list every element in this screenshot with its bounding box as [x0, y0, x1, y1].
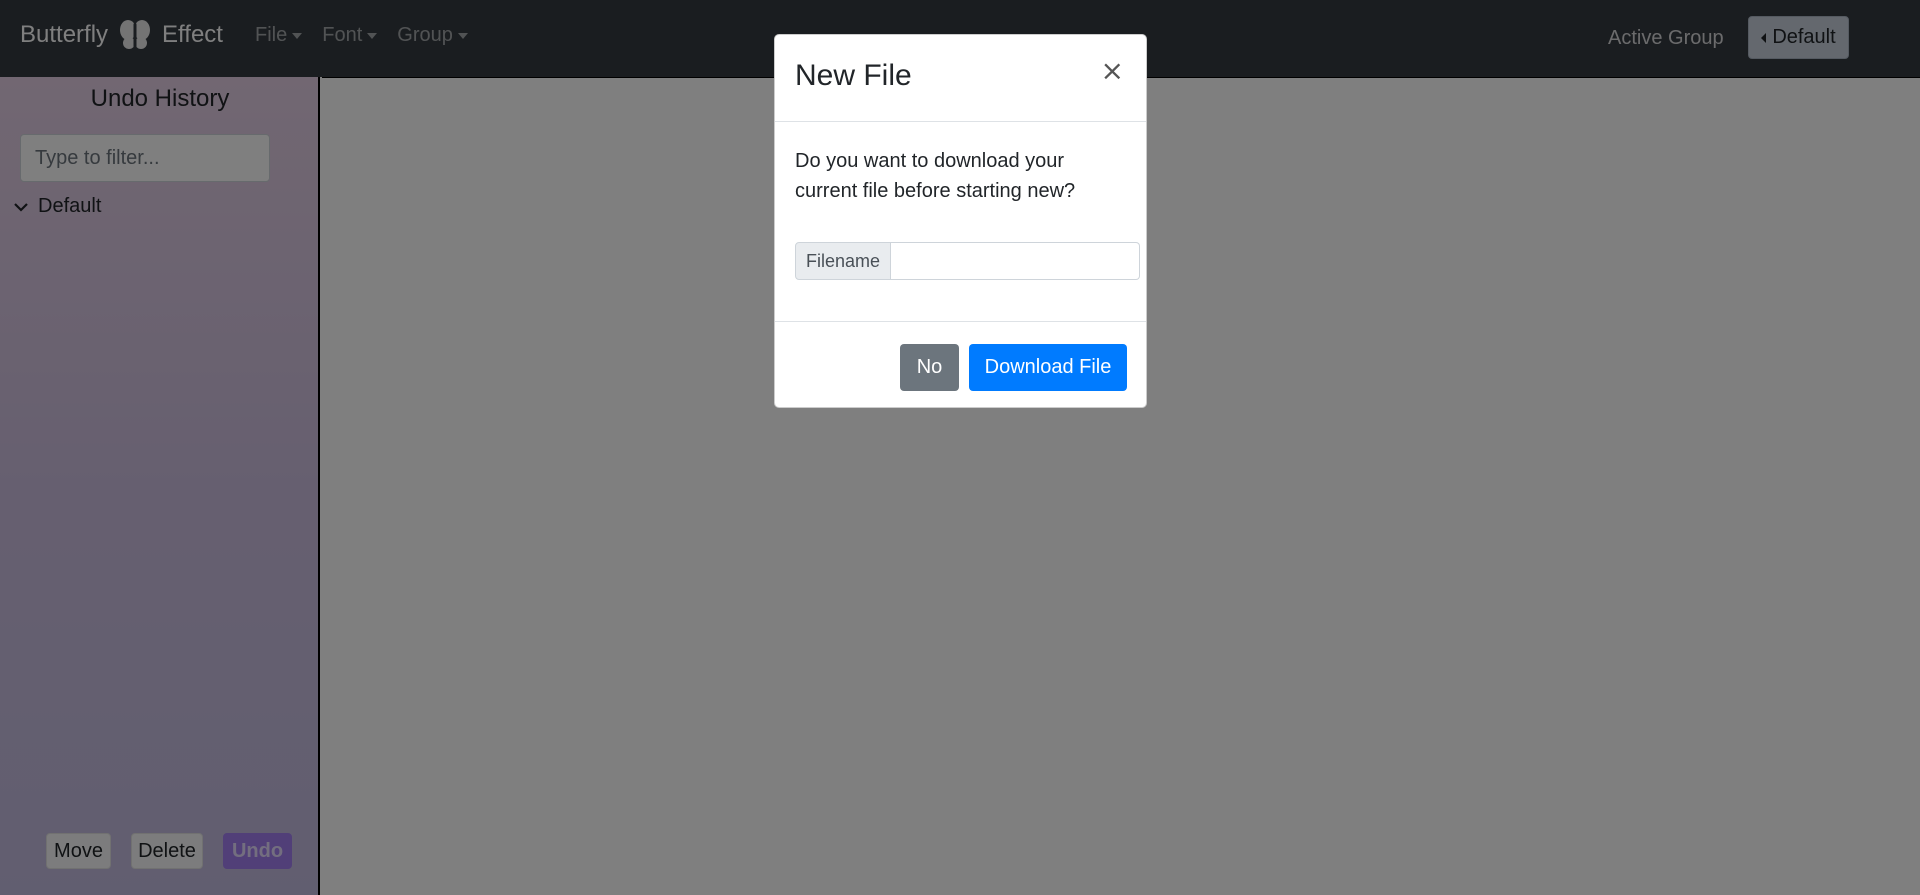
filename-label: Filename: [795, 242, 892, 280]
filename-input[interactable]: [891, 242, 1141, 280]
modal-header: New File ×: [775, 35, 1146, 122]
no-button[interactable]: No: [900, 344, 959, 391]
modal-body: Do you want to download your current fil…: [775, 122, 1146, 322]
close-icon[interactable]: ×: [1101, 57, 1124, 85]
modal-message: Do you want to download your current fil…: [795, 150, 1076, 202]
new-file-modal: New File × Do you want to download your …: [774, 34, 1147, 408]
modal-footer: No Download File: [775, 322, 1146, 408]
download-file-button[interactable]: Download File: [969, 344, 1127, 391]
filename-input-group: Filename: [795, 242, 1141, 280]
modal-title: New File: [795, 59, 912, 92]
